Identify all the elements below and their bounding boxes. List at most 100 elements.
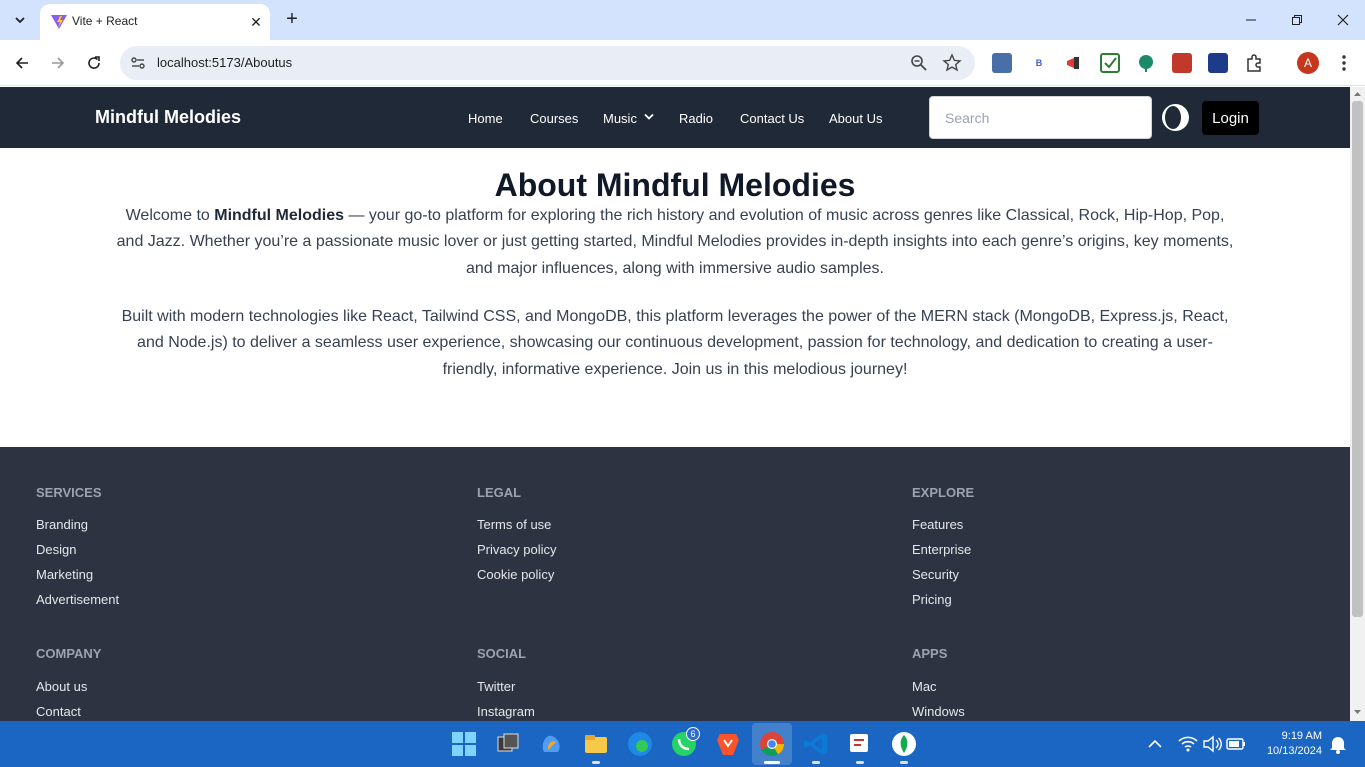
minimize-icon xyxy=(1246,19,1256,21)
wifi-icon[interactable] xyxy=(1177,733,1199,755)
site-brand[interactable]: Mindful Melodies xyxy=(95,107,241,128)
page-scrollbar[interactable] xyxy=(1350,87,1365,721)
footer-link-pricing[interactable]: Pricing xyxy=(912,592,952,607)
tab-title: Vite + React xyxy=(72,14,138,28)
footer-link-terms[interactable]: Terms of use xyxy=(477,517,551,532)
back-button[interactable] xyxy=(10,51,34,75)
footer-link-windows[interactable]: Windows xyxy=(912,704,965,719)
extension-b-icon[interactable]: B xyxy=(1029,53,1049,73)
nav-link-home[interactable]: Home xyxy=(468,111,503,126)
about-intro-paragraph: Welcome to Mindful Melodies — your go-to… xyxy=(115,203,1235,282)
nav-link-contact[interactable]: Contact Us xyxy=(740,111,804,126)
footer-link-branding[interactable]: Branding xyxy=(36,517,88,532)
footer-link-mac[interactable]: Mac xyxy=(912,679,937,694)
system-clock[interactable]: 9:19 AM 10/13/2024 xyxy=(1256,729,1322,759)
new-tab-button[interactable]: + xyxy=(282,9,302,31)
vscode-open-indicator xyxy=(812,761,820,764)
extension-red-icon[interactable] xyxy=(1172,53,1192,73)
footer-heading-social: SOCIAL xyxy=(477,646,527,661)
footer-link-security[interactable]: Security xyxy=(912,567,959,582)
footer-link-enterprise[interactable]: Enterprise xyxy=(912,542,971,557)
close-icon xyxy=(1337,14,1349,26)
scrollbar-thumb[interactable] xyxy=(1352,101,1363,617)
footer-link-twitter[interactable]: Twitter xyxy=(477,679,515,694)
about-section: About Mindful Melodies Welcome to Mindfu… xyxy=(0,148,1350,447)
footer-heading-legal: LEGAL xyxy=(477,485,522,500)
footer-link-advertisement[interactable]: Advertisement xyxy=(36,592,119,607)
extension-screen-icon[interactable] xyxy=(992,53,1012,73)
reload-button[interactable] xyxy=(82,51,106,75)
browser-menu-button[interactable] xyxy=(1336,53,1352,73)
site-footer: SERVICES Branding Design Marketing Adver… xyxy=(0,447,1350,721)
scroll-up-icon[interactable] xyxy=(1353,90,1362,99)
browser-toolbar: localhost:5173/Aboutus B A xyxy=(0,40,1365,86)
tab-search-button[interactable] xyxy=(6,7,34,33)
chrome-open-indicator xyxy=(764,761,780,764)
whatsapp-notification-badge: 6 xyxy=(686,727,700,741)
bookmark-star-icon[interactable] xyxy=(942,53,962,73)
extensions-menu-button[interactable] xyxy=(1244,53,1264,73)
minimize-button[interactable] xyxy=(1236,8,1266,32)
chevron-up-icon[interactable] xyxy=(1144,733,1166,755)
vscode-icon[interactable] xyxy=(802,730,830,758)
restore-button[interactable] xyxy=(1282,8,1312,32)
footer-link-cookie[interactable]: Cookie policy xyxy=(477,567,554,582)
intro-brand-bold: Mindful Melodies xyxy=(214,207,345,224)
footer-link-design[interactable]: Design xyxy=(36,542,76,557)
clock-date: 10/13/2024 xyxy=(1266,745,1322,757)
search-input[interactable] xyxy=(929,96,1152,139)
nav-link-radio[interactable]: Radio xyxy=(679,111,713,126)
vite-favicon-icon xyxy=(51,15,67,29)
reload-icon xyxy=(88,56,100,69)
megaphone-icon xyxy=(1067,57,1079,69)
mongodb-open-indicator xyxy=(900,761,908,764)
chrome-browser-icon[interactable] xyxy=(758,730,786,758)
footer-link-privacy[interactable]: Privacy policy xyxy=(477,542,556,557)
login-button[interactable]: Login xyxy=(1202,101,1259,135)
browser-tab-strip: Vite + React ✕ + xyxy=(0,0,1365,40)
copilot-icon[interactable] xyxy=(538,730,566,758)
nav-link-about[interactable]: About Us xyxy=(829,111,882,126)
footer-link-contact[interactable]: Contact xyxy=(36,704,81,719)
mongodb-compass-icon[interactable] xyxy=(890,730,918,758)
task-view-icon[interactable] xyxy=(494,730,522,758)
about-tech-paragraph: Built with modern technologies like Reac… xyxy=(121,308,1229,378)
footer-link-marketing[interactable]: Marketing xyxy=(36,567,93,582)
footer-link-about-us[interactable]: About us xyxy=(36,679,87,694)
footer-link-instagram[interactable]: Instagram xyxy=(477,704,535,719)
footer-link-features[interactable]: Features xyxy=(912,517,963,532)
windows-start-icon[interactable] xyxy=(450,730,478,758)
extension-leaf-icon[interactable] xyxy=(1136,53,1156,73)
arrow-left-icon xyxy=(15,57,28,69)
scroll-down-icon[interactable] xyxy=(1353,707,1362,716)
browser-tab[interactable]: Vite + React ✕ xyxy=(40,4,270,40)
restore-icon xyxy=(1292,15,1302,25)
nav-link-music[interactable]: Music xyxy=(603,111,637,126)
site-navbar: Mindful Melodies Home Courses Music Radi… xyxy=(0,87,1350,148)
file-explorer-icon[interactable] xyxy=(582,730,610,758)
brave-browser-icon[interactable] xyxy=(714,730,742,758)
address-bar[interactable]: localhost:5173/Aboutus xyxy=(120,46,975,80)
tab-close-icon[interactable]: ✕ xyxy=(246,12,266,32)
notification-bell-icon[interactable] xyxy=(1328,733,1348,755)
extension-blue-icon[interactable] xyxy=(1208,53,1228,73)
nav-link-courses[interactable]: Courses xyxy=(530,111,578,126)
zoom-icon[interactable] xyxy=(910,54,928,72)
intro-prefix: Welcome to xyxy=(125,207,215,224)
edge-browser-icon[interactable] xyxy=(626,730,654,758)
chevron-down-icon[interactable] xyxy=(643,111,655,123)
snipping-tool-icon[interactable] xyxy=(846,730,874,758)
battery-icon[interactable] xyxy=(1225,733,1247,755)
volume-icon[interactable] xyxy=(1201,733,1223,755)
site-info-icon[interactable] xyxy=(129,54,147,72)
theme-toggle-button[interactable] xyxy=(1162,104,1189,131)
footer-heading-explore: EXPLORE xyxy=(912,485,975,500)
extension-check-icon[interactable] xyxy=(1100,53,1120,73)
forward-button[interactable] xyxy=(46,51,70,75)
extension-megaphone-icon[interactable] xyxy=(1064,53,1084,73)
profile-avatar[interactable]: A xyxy=(1297,52,1319,74)
close-window-button[interactable] xyxy=(1328,8,1358,32)
snipping-open-indicator xyxy=(856,761,864,764)
explorer-open-indicator xyxy=(592,761,600,764)
arrow-right-icon xyxy=(52,57,65,69)
